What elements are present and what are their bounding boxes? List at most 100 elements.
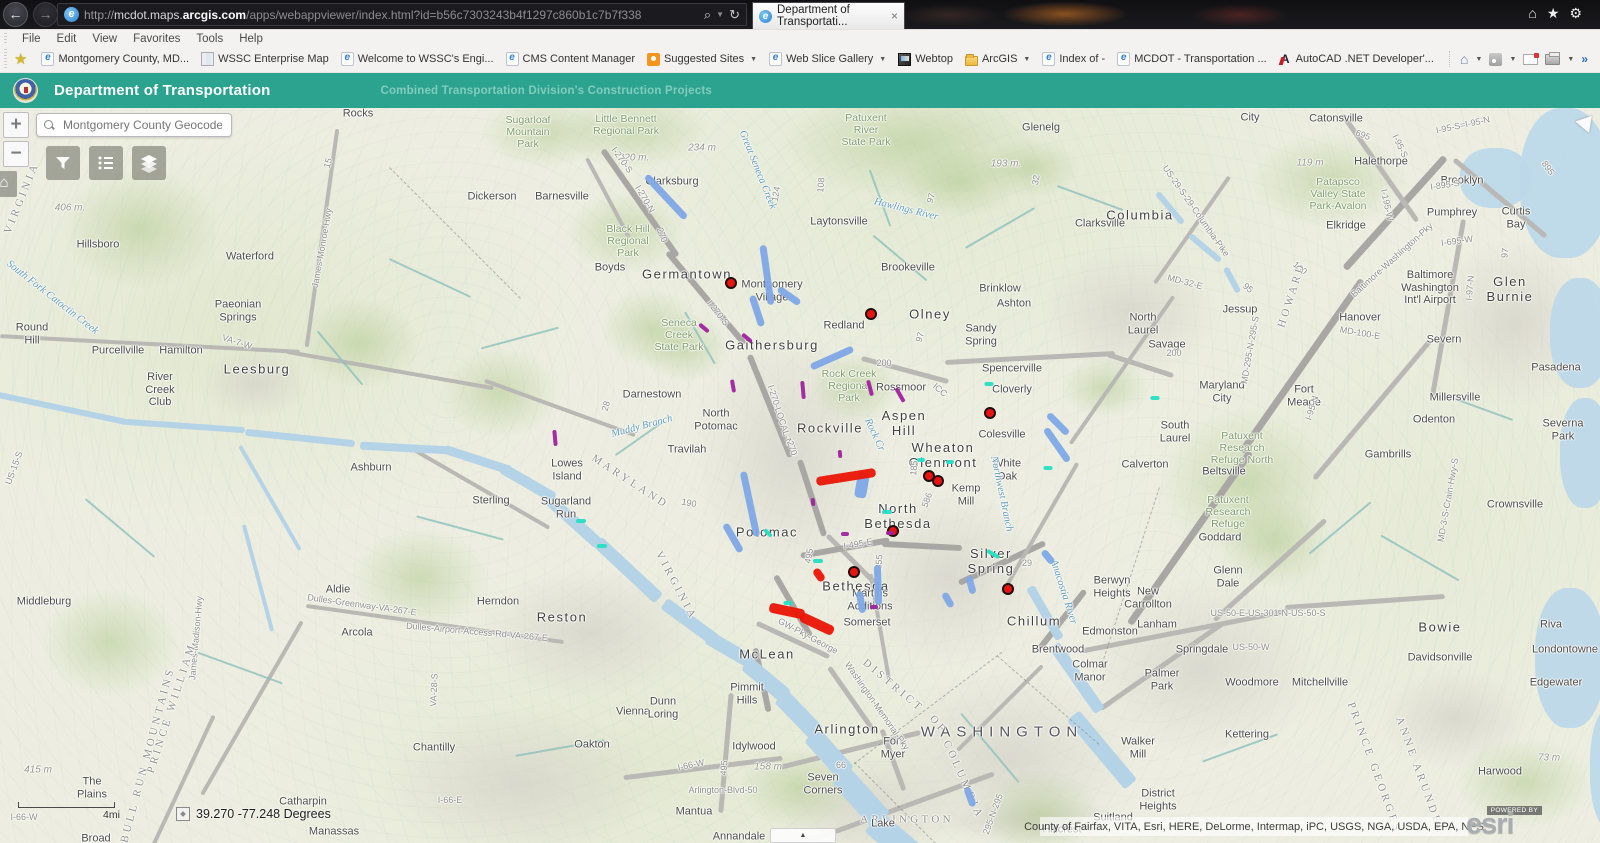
river-line [124,418,246,434]
menu-favorites[interactable]: Favorites [125,33,188,45]
ie-page-icon [1117,52,1131,66]
project-tick-cyan[interactable] [984,382,994,386]
project-tick-cyan[interactable] [1150,396,1160,400]
ie-page-icon [41,52,55,66]
browser-tab[interactable]: e Department of Transportati... × [752,2,905,29]
project-tick-cyan[interactable] [946,460,954,464]
home-icon[interactable]: ⌂ [1528,5,1546,21]
project-tick-purple[interactable] [841,532,849,536]
url-text[interactable]: http://mcdot.maps.arcgis.com/apps/webapp… [84,8,699,22]
browser-chrome: ← → e http://mcdot.maps.arcgis.com/apps/… [0,0,1600,29]
place-label: Manassas [308,825,360,838]
favorite-item[interactable]: Index of - [1036,52,1111,66]
attribution-expand-button[interactable]: ▲ [770,828,836,843]
water-area [1460,148,1530,208]
menu-view[interactable]: View [84,33,125,45]
zoom-in-button[interactable]: + [3,112,29,138]
more-commands-chevron-icon[interactable]: » [1581,52,1588,66]
road-label: 28 [599,399,612,413]
filter-button[interactable] [46,146,80,180]
print-dropdown-icon[interactable]: ▼ [1567,56,1574,63]
project-tick-purple[interactable] [837,449,843,459]
river-line [84,498,156,558]
project-tick-cyan[interactable] [783,601,793,605]
favorite-item[interactable]: CMS Content Manager [500,52,642,66]
favorite-label: MCDOT - Transportation ... [1134,53,1267,65]
esri-wordmark: esri [1466,808,1515,840]
favorite-item[interactable]: WSSC Enterprise Map [195,52,335,66]
river-line [1222,266,1242,294]
address-bar[interactable]: e http://mcdot.maps.arcgis.com/apps/weba… [57,3,747,26]
ie-page-icon [769,52,783,66]
place-label: Paeonian Springs [214,298,262,323]
chevron-down-icon[interactable]: ▼ [750,56,757,63]
favorite-item[interactable]: ArcGIS ▼ [959,53,1036,66]
project-tick-cyan[interactable] [917,458,925,462]
coordinates-icon[interactable] [176,807,190,821]
project-tick-purple[interactable] [886,531,894,535]
project-tick-purple[interactable] [870,605,878,609]
search-icon[interactable]: ⌕ [704,7,711,23]
address-dropdown-icon[interactable]: ▼ [716,10,724,19]
project-line-blue[interactable] [776,285,802,307]
home-page-icon[interactable]: ⌂ [1460,51,1468,67]
favorite-item[interactable]: Montgomery County, MD... [35,52,195,66]
project-line-blue[interactable] [759,244,775,306]
back-button[interactable]: ← [3,2,28,27]
project-tick-cyan[interactable] [597,544,607,548]
project-point-marker[interactable] [1002,583,1014,595]
favorite-item[interactable]: MCDOT - Transportation ... [1111,52,1272,66]
project-tick-cyan[interactable] [1043,466,1053,470]
favorites-star-icon[interactable]: ★ [1547,5,1570,21]
default-extent-home-button[interactable]: ⌂ [0,171,17,197]
project-line-blue[interactable] [873,564,883,606]
legend-button[interactable] [89,146,123,180]
forward-button[interactable]: → [33,2,58,27]
search-input[interactable] [61,117,224,133]
layers-button[interactable] [132,146,166,180]
favorite-item[interactable]: Welcome to WSSC's Engi... [335,52,500,66]
menu-tools[interactable]: Tools [188,33,231,45]
print-icon[interactable] [1545,51,1561,65]
project-tick-cyan[interactable] [882,510,892,514]
water-area [1590,708,1600,828]
project-tick-purple[interactable] [810,497,816,507]
project-line-blue[interactable] [748,294,766,328]
project-point-marker[interactable] [865,308,877,320]
place-label: Olney [909,306,951,322]
favorite-item[interactable]: A AutoCAD .NET Developer'... [1273,52,1440,66]
menu-edit[interactable]: Edit [49,33,85,45]
home-dropdown-icon[interactable]: ▼ [1476,56,1483,63]
project-point-marker[interactable] [725,277,737,289]
project-tick-purple[interactable] [552,429,558,447]
favorite-item[interactable]: Web Slice Gallery ▼ [763,52,892,66]
project-tick-cyan[interactable] [813,559,823,563]
geocode-search-box[interactable] [36,113,232,137]
feed-dropdown-icon[interactable]: ▼ [1509,56,1516,63]
chevron-down-icon[interactable]: ▼ [1023,56,1030,63]
browser-toolbar-icons: ⌂★⚙ [1528,5,1592,22]
tab-close-icon[interactable]: × [891,9,898,23]
zoom-out-button[interactable]: − [3,141,29,167]
place-label: Colesville [978,428,1026,441]
place-label: Arcola [341,626,373,639]
settings-gear-icon[interactable]: ⚙ [1569,5,1592,21]
project-point-marker[interactable] [984,407,996,419]
favorite-item[interactable]: Webtop [892,52,959,66]
read-mail-icon[interactable] [1523,52,1540,65]
road-line [200,620,304,796]
map-canvas[interactable]: VIRGINIA 406 m. Hillsboro Waterford Paeonian… [0,108,1600,843]
add-favorite-star-icon[interactable]: ★ [14,50,27,68]
folder-icon [964,53,978,66]
project-tick-cyan[interactable] [576,519,586,523]
project-point-marker[interactable] [848,566,860,578]
project-point-marker[interactable] [932,475,944,487]
rss-feed-icon[interactable] [1489,52,1503,66]
favorite-item[interactable]: Suggested Sites ▼ [641,52,763,66]
refresh-icon[interactable]: ↻ [729,7,740,23]
menu-bar: File Edit View Favorites Tools Help [0,29,1600,46]
suggested-icon [647,52,661,66]
menu-file[interactable]: File [14,33,49,45]
chevron-down-icon[interactable]: ▼ [879,56,886,63]
menu-help[interactable]: Help [231,33,271,45]
